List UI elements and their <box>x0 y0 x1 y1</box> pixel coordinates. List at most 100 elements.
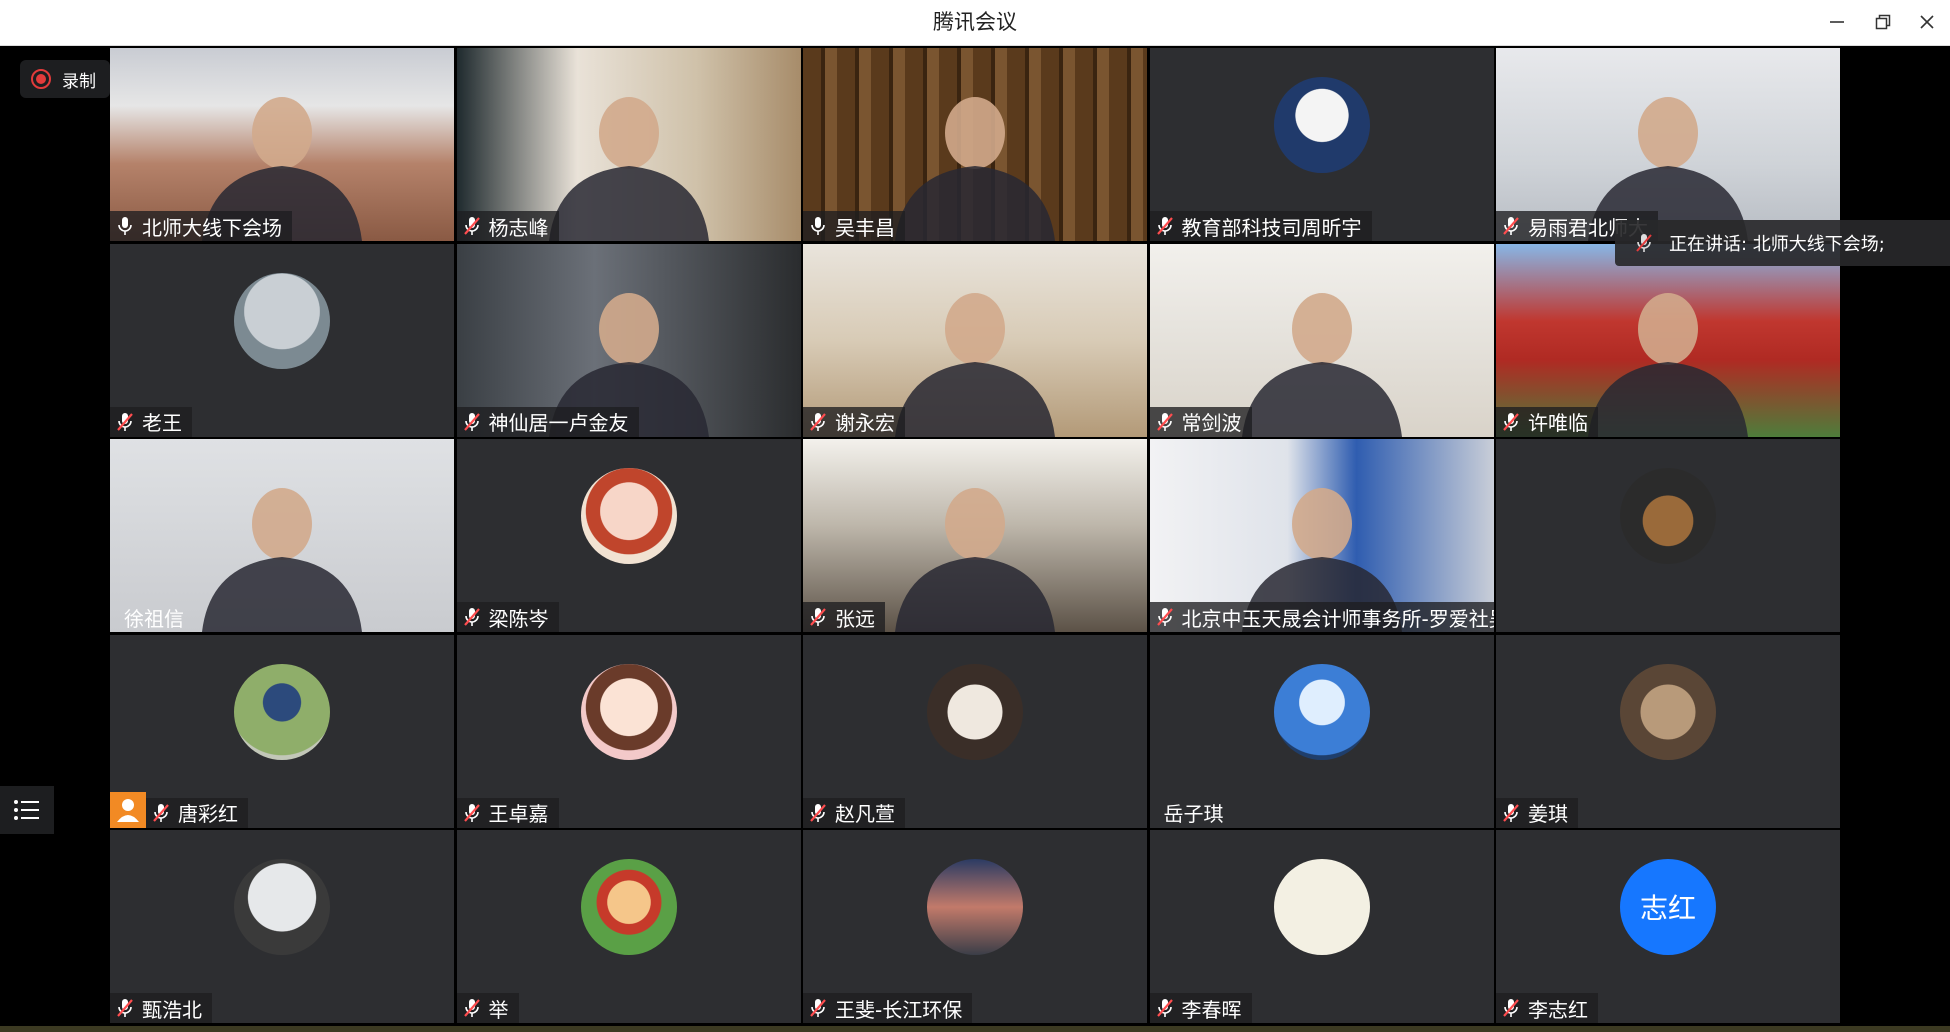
avatar <box>234 663 330 760</box>
minimize-icon <box>1830 21 1844 23</box>
participant-name: 赵凡萱 <box>835 802 895 826</box>
mic-muted-icon <box>463 217 480 235</box>
window-title: 腾讯会议 <box>933 10 1017 34</box>
participant-list-button[interactable] <box>0 786 54 834</box>
mic-muted-icon <box>463 803 480 822</box>
mic-muted-icon <box>463 999 480 1017</box>
participant-tile[interactable]: 北京中玉天晟会计师事务所-罗爱社吴秋双 <box>1149 439 1494 632</box>
participant-name: 老王 <box>142 411 182 435</box>
participant-name: 北师大线下会场 <box>142 215 282 240</box>
participant-tile[interactable]: 吴丰昌 <box>803 48 1147 241</box>
avatar <box>234 859 330 956</box>
mic-icon <box>118 217 132 235</box>
avatar <box>1273 859 1370 956</box>
mic-muted-icon <box>1156 412 1173 431</box>
avatar <box>1620 663 1716 760</box>
participant-name: 李春晖 <box>1181 997 1242 1022</box>
name-tag: 谢永宏 <box>803 406 905 437</box>
participant-tile[interactable]: 甄浩北 <box>110 830 454 1023</box>
participant-tile[interactable]: 杨志峰 <box>456 48 801 241</box>
mic-icon <box>811 217 825 235</box>
video-stage: 北师大线下会场 杨志峰 吴丰昌 教育部科技司周昕宇 易雨君北师大老王 神仙居一卢金… <box>0 46 1950 1026</box>
participant-name: 谢永宏 <box>835 411 895 435</box>
participant-tile[interactable]: 谢永宏 <box>803 243 1147 437</box>
name-tag: 杨志峰 <box>456 211 559 241</box>
participant-tile[interactable]: 志红 李志红 <box>1496 830 1840 1023</box>
participant-name: 常剑波 <box>1181 411 1242 435</box>
close-button[interactable] <box>1910 6 1944 38</box>
record-label: 录制 <box>62 71 96 92</box>
avatar <box>1620 468 1716 565</box>
name-tag: 王斐-长江环保 <box>803 993 973 1023</box>
participant-tile[interactable]: 李春晖 <box>1149 830 1494 1023</box>
name-tag: 教育部科技司周昕宇 <box>1149 211 1372 241</box>
restore-button[interactable] <box>1866 6 1900 38</box>
name-tag: 王卓嘉 <box>456 797 559 828</box>
participant-tile[interactable]: 徐祖信 <box>110 439 454 632</box>
participant-name: 徐祖信 <box>124 606 184 631</box>
mic-muted-icon <box>1636 234 1652 252</box>
mic-muted-icon <box>1503 217 1519 235</box>
name-tag: 常剑波 <box>1149 406 1252 437</box>
title-bar: 腾讯会议 <box>0 0 1950 46</box>
participant-tile[interactable]: 举 <box>456 830 801 1023</box>
participant-tile[interactable]: 易雨君北师大 <box>1496 48 1840 241</box>
participant-name: 姜琪 <box>1528 802 1568 826</box>
participant-tile[interactable]: 王斐-长江环保 <box>803 830 1147 1023</box>
participant-name: 杨志峰 <box>488 215 549 240</box>
participant-name: 许唯临 <box>1528 411 1588 435</box>
name-tag: 北师大线下会场 <box>110 211 292 241</box>
name-tag: 举 <box>456 993 519 1023</box>
host-badge <box>110 791 146 828</box>
participant-name: 岳子琪 <box>1163 802 1224 826</box>
mic-muted-icon <box>463 608 480 626</box>
name-tag: 许唯临 <box>1496 406 1598 437</box>
participant-tile[interactable]: 教育部科技司周昕宇 <box>1149 48 1494 241</box>
mic-muted-icon <box>117 999 133 1017</box>
participant-tile[interactable]: 赵凡萱 <box>803 634 1147 828</box>
name-tag: 李志红 <box>1496 993 1598 1023</box>
name-tag: 唐彩红 <box>146 797 248 828</box>
participant-tile[interactable] <box>1496 439 1840 632</box>
participant-name: 教育部科技司周昕宇 <box>1181 215 1362 240</box>
participant-tile[interactable]: 北师大线下会场 <box>110 48 454 241</box>
name-tag: 神仙居一卢金友 <box>456 406 639 437</box>
record-button[interactable]: 录制 <box>20 60 110 98</box>
name-tag: 梁陈岑 <box>456 602 559 632</box>
participant-name: 神仙居一卢金友 <box>488 411 629 435</box>
record-icon <box>31 69 51 89</box>
participant-tile[interactable]: 许唯临 <box>1496 243 1840 437</box>
participant-tile[interactable]: 姜琪 <box>1496 634 1840 828</box>
name-tag: 李春晖 <box>1149 993 1252 1023</box>
participant-tile[interactable]: 梁陈岑 <box>456 439 801 632</box>
name-tag: 姜琪 <box>1496 797 1578 828</box>
participant-name: 甄浩北 <box>142 997 202 1022</box>
mic-muted-icon <box>1503 999 1519 1017</box>
mic-muted-icon <box>1503 803 1519 822</box>
close-icon <box>1920 15 1934 29</box>
participant-tile[interactable]: 张远 <box>803 439 1147 632</box>
participant-name: 王卓嘉 <box>488 802 549 826</box>
mic-muted-icon <box>463 412 480 431</box>
participant-tile[interactable]: 神仙居一卢金友 <box>456 243 801 437</box>
list-icon <box>14 800 39 820</box>
participant-name: 梁陈岑 <box>488 606 549 631</box>
minimize-button[interactable] <box>1820 6 1854 38</box>
participant-tile[interactable]: 岳子琪 <box>1149 634 1494 828</box>
mic-muted-icon <box>1156 217 1173 235</box>
name-tag: 徐祖信 <box>110 602 194 632</box>
participant-tile[interactable]: 唐彩红 <box>110 634 454 828</box>
name-tag: 老王 <box>110 406 192 437</box>
participant-grid: 北师大线下会场 杨志峰 吴丰昌 教育部科技司周昕宇 易雨君北师大老王 神仙居一卢金… <box>110 48 1840 1023</box>
participant-tile[interactable]: 常剑波 <box>1149 243 1494 437</box>
participant-tile[interactable]: 王卓嘉 <box>456 634 801 828</box>
participant-tile[interactable]: 老王 <box>110 243 454 437</box>
name-tag: 赵凡萱 <box>803 797 905 828</box>
name-tag: 吴丰昌 <box>803 211 905 241</box>
participant-name: 北京中玉天晟会计师事务所-罗爱社吴秋双 <box>1181 606 1494 631</box>
avatar <box>1273 663 1370 760</box>
participant-name: 唐彩红 <box>178 802 238 826</box>
restore-icon <box>1875 14 1891 30</box>
name-tag: 甄浩北 <box>110 993 212 1023</box>
participant-name: 王斐-长江环保 <box>835 997 963 1022</box>
